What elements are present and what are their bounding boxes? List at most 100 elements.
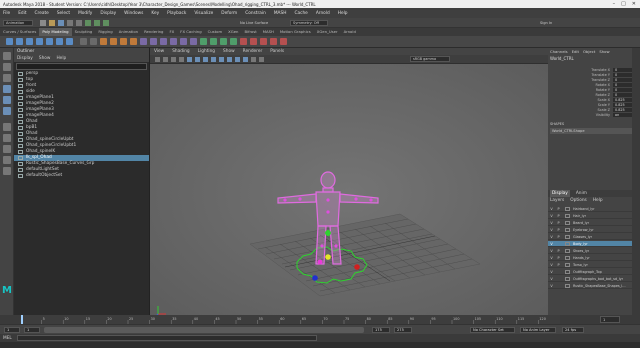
menu-arnold[interactable]: Arnold [316, 11, 330, 16]
hip-ctrl-handle[interactable] [325, 230, 331, 236]
sign-in-button[interactable]: Sign In [540, 20, 568, 26]
merge-icon[interactable] [220, 38, 227, 45]
symmetry-dropdown[interactable]: Symmetry: Off [290, 20, 328, 26]
live-surface-label[interactable]: No Live Surface [240, 20, 282, 26]
display-layer-row[interactable]: V P Shoes_lyr [548, 248, 638, 254]
locator-handle[interactable] [317, 259, 323, 265]
command-input[interactable] [17, 335, 317, 341]
scale-tool-icon[interactable] [3, 107, 11, 115]
redo-icon[interactable] [76, 20, 82, 26]
command-language-label[interactable]: MEL [3, 336, 17, 341]
layer-color-swatch[interactable] [565, 255, 570, 260]
channel-attribute-row[interactable]: Rotate X0 [548, 83, 636, 87]
layer-color-swatch[interactable] [565, 241, 570, 246]
scene-view[interactable] [150, 64, 548, 322]
attribute-editor-tab-strip[interactable] [632, 48, 640, 322]
menu-edit[interactable]: Edit [18, 11, 26, 16]
display-layer-row[interactable]: V P Hands_lyr [548, 255, 638, 261]
poly-cylinder-icon[interactable] [26, 38, 33, 45]
menu-key[interactable]: Key [151, 11, 159, 16]
layer-visibility-toggle[interactable]: V [548, 207, 555, 211]
minimize-icon[interactable]: – [613, 1, 616, 7]
display-layer-row[interactable]: V Outfitsgraph_Top [548, 269, 638, 275]
display-layer-row[interactable]: V P Hairband_lyr [548, 206, 638, 212]
channel-attribute-row[interactable]: Scale Y 0.825 [548, 103, 636, 107]
fill-hole-icon[interactable] [180, 38, 187, 45]
bridge-icon[interactable] [160, 38, 167, 45]
channel-attribute-row[interactable]: Translate Y0 [548, 73, 636, 77]
outliner-menu-help[interactable]: Help [56, 55, 66, 62]
wireframe-icon[interactable] [211, 57, 216, 62]
persp-graph-layout-icon[interactable] [3, 156, 11, 164]
layer-playback-toggle[interactable]: P [555, 249, 562, 253]
bevel-icon[interactable] [170, 38, 177, 45]
poly-cone-icon[interactable] [36, 38, 43, 45]
layer-color-swatch[interactable] [565, 213, 570, 218]
current-frame-field[interactable]: 1 [600, 316, 620, 323]
time-ruler[interactable]: 5 10 15 20 25 30 35 40 45 50 55 60 65 70 75 80 85 90 95 100… [0, 315, 640, 324]
fps-dropdown[interactable]: 24 fps [562, 327, 584, 333]
boolean-intersection-icon[interactable] [130, 38, 137, 45]
anim-start-field[interactable]: 1 [4, 327, 20, 333]
four-view-layout-icon[interactable] [3, 134, 11, 142]
outliner-item[interactable]: defaultObjectSet [14, 173, 149, 179]
close-icon[interactable]: ✕ [632, 1, 636, 7]
time-slider[interactable]: 5 10 15 20 25 30 35 40 45 50 55 60 65 70 75 80 85 90 95 100… [0, 315, 640, 324]
anim-layer-dropdown[interactable]: No Anim Layer [520, 327, 556, 333]
shelf-tab-xgen-user[interactable]: XGen_User [314, 28, 341, 36]
outliner-menu-display[interactable]: Display [17, 55, 33, 62]
display-layer-row[interactable]: V Outfitsgraphs_bod_bot_sd_lyr [548, 276, 638, 282]
channel-box-tab-object[interactable]: Object [583, 48, 595, 55]
camera-attributes-icon[interactable] [163, 57, 168, 62]
menu-help[interactable]: Help [338, 11, 348, 16]
viewport-menu-lighting[interactable]: Lighting [198, 48, 215, 55]
layer-playback-toggle[interactable]: P [555, 214, 562, 218]
separate-icon[interactable] [90, 38, 97, 45]
open-scene-icon[interactable] [49, 20, 55, 26]
select-tool-icon[interactable] [3, 52, 11, 60]
grid-toggle-icon[interactable] [187, 57, 192, 62]
viewport-menu-view[interactable]: View [154, 48, 164, 55]
shelf-tab-sculpting[interactable]: Sculpting [72, 28, 96, 36]
anim-end-field[interactable]: 275 [394, 327, 412, 333]
planar-map-icon[interactable] [250, 38, 257, 45]
extrude-icon[interactable] [150, 38, 157, 45]
menu-display[interactable]: Display [100, 11, 116, 16]
single-perspective-layout-icon[interactable] [3, 123, 11, 131]
image-plane-icon[interactable] [179, 57, 184, 62]
move-tool-icon[interactable] [3, 85, 11, 93]
menu-set-dropdown[interactable]: Animation [3, 20, 33, 26]
select-component-icon[interactable] [103, 20, 109, 26]
spherical-map-icon[interactable] [280, 38, 287, 45]
menu-select[interactable]: Select [57, 11, 70, 16]
maximize-icon[interactable]: □ [621, 1, 626, 7]
shelf-tab-bifrost[interactable]: Bifrost [241, 28, 259, 36]
shelf-tab-curves-surfaces[interactable]: Curves / Surfaces [0, 28, 39, 36]
smooth-icon[interactable] [100, 38, 107, 45]
layer-visibility-toggle[interactable]: V [548, 277, 555, 281]
textured-icon[interactable] [227, 57, 232, 62]
poly-disc-icon[interactable] [66, 38, 73, 45]
channel-attribute-row[interactable]: Visibility on [548, 113, 636, 117]
layer-playback-toggle[interactable]: P [555, 256, 562, 260]
viewport-menu-panels[interactable]: Panels [270, 48, 284, 55]
resolution-gate-icon[interactable] [203, 57, 208, 62]
poly-sphere-icon[interactable] [6, 38, 13, 45]
layer-visibility-toggle[interactable]: V [548, 214, 555, 218]
layer-color-swatch[interactable] [565, 227, 570, 232]
viewport-menu-shading[interactable]: Shading [172, 48, 189, 55]
shelf-tab-poly-modeling[interactable]: Poly Modeling [39, 28, 72, 36]
new-scene-icon[interactable] [40, 20, 46, 26]
display-layer-row[interactable]: V P Eyebrow_lyr [548, 227, 638, 233]
multi-cut-icon[interactable] [200, 38, 207, 45]
cylindrical-map-icon[interactable] [270, 38, 277, 45]
channel-box-tab-channels[interactable]: Channels [550, 48, 568, 55]
poly-cube-icon[interactable] [16, 38, 23, 45]
xray-icon[interactable] [259, 57, 264, 62]
layer-color-swatch[interactable] [565, 283, 570, 288]
channel-attribute-row[interactable]: Scale Z 0.825 [548, 108, 636, 112]
menu-modify[interactable]: Modify [78, 11, 92, 16]
z-axis-handle[interactable] [312, 275, 318, 281]
menu-constrain[interactable]: Constrain [245, 11, 266, 16]
channel-attribute-row[interactable]: Translate X0 [548, 68, 636, 72]
